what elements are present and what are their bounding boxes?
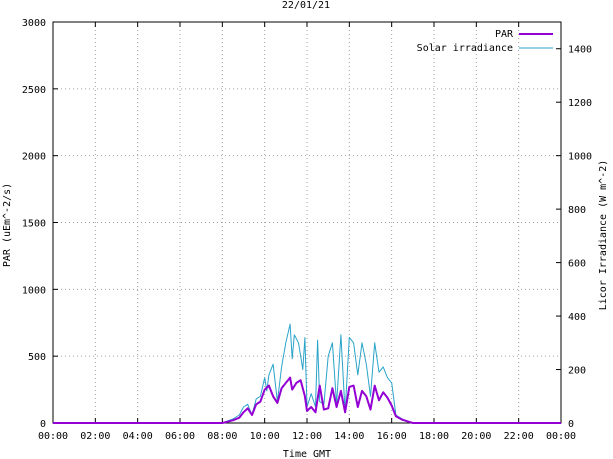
y-tick-label: 500 <box>28 352 46 363</box>
chart: 22/01/21 0 500 1000 1500 2000 2500 3000 0 200 40… <box>2 0 609 459</box>
chart-title: 22/01/21 <box>282 0 330 11</box>
x-tick-label: 10:00 <box>250 431 280 442</box>
y-tick-label: 2500 <box>22 85 46 96</box>
grid <box>53 22 561 423</box>
x-tick-label: 16:00 <box>377 431 407 442</box>
x-tick-label: 22:00 <box>504 431 534 442</box>
x-tick-label: 00:00 <box>38 431 68 442</box>
y2-tick-label: 200 <box>568 366 586 377</box>
y-tick-label: 3000 <box>22 18 46 29</box>
y-tick-label: 1000 <box>22 285 46 296</box>
legend-label-solar-irradiance: Solar irradiance <box>417 43 513 54</box>
x-axis-label: Time GMT <box>283 449 331 459</box>
x-tick-label: 02:00 <box>80 431 110 442</box>
x-tick-label: 08:00 <box>207 431 237 442</box>
y-tick-label: 2000 <box>22 152 46 163</box>
legend: PAR Solar irradiance <box>417 29 553 54</box>
x-tick-label: 00:00 <box>546 431 576 442</box>
y-axis-label: PAR (uEm^-2/s) <box>2 183 13 267</box>
x-tick-label: 18:00 <box>419 431 449 442</box>
y2-tick-label: 1400 <box>568 45 592 56</box>
y2-tick-label: 0 <box>568 419 574 430</box>
y2-tick-label: 1200 <box>568 98 592 109</box>
x-tick-label: 04:00 <box>123 431 153 442</box>
y2-tick-label: 400 <box>568 312 586 323</box>
y2-tick-label: 800 <box>568 205 586 216</box>
x-tick-label: 12:00 <box>292 431 322 442</box>
x-tick-label: 20:00 <box>461 431 491 442</box>
y2-tick-label: 1000 <box>568 152 592 163</box>
y-tick-label: 0 <box>40 419 46 430</box>
x-tick-label: 06:00 <box>165 431 195 442</box>
y2-tick-label: 600 <box>568 259 586 270</box>
y-tick-label: 1500 <box>22 219 46 230</box>
x-tick-label: 14:00 <box>334 431 364 442</box>
legend-label-par: PAR <box>495 29 514 40</box>
y2-axis-label: Licor Irradiance (W m^-2) <box>598 160 609 311</box>
